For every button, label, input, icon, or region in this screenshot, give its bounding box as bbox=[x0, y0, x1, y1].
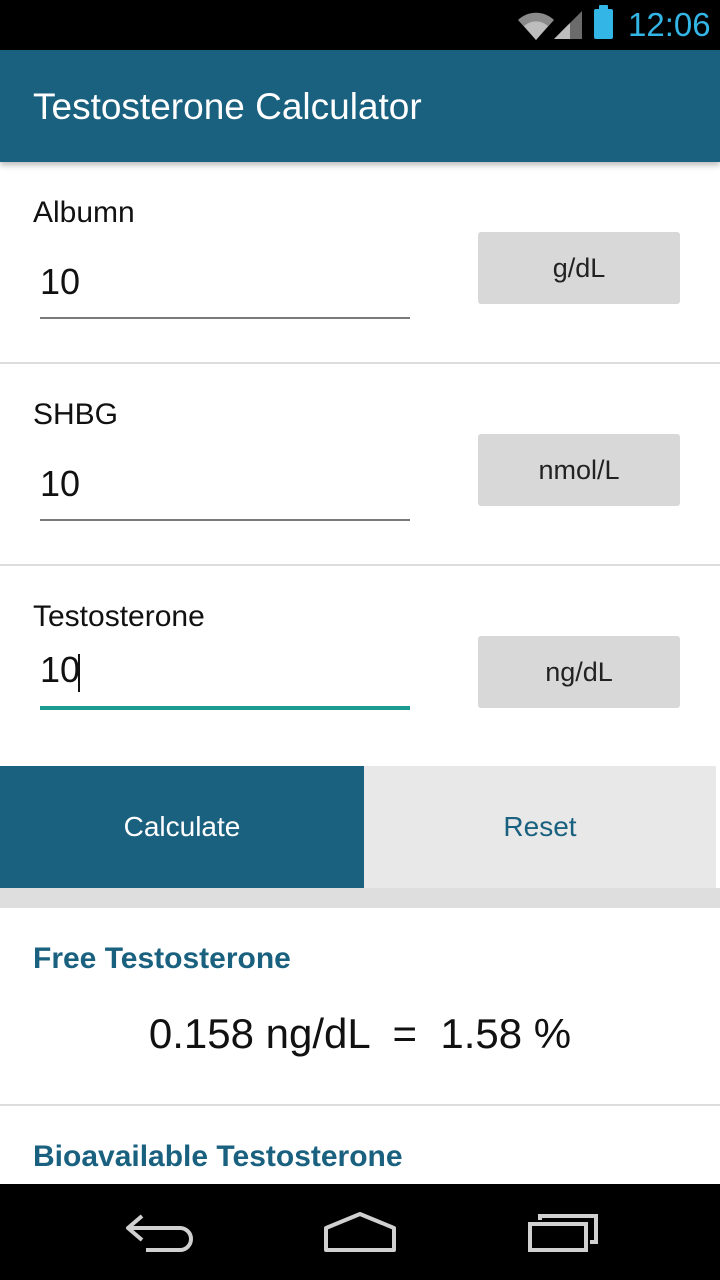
albumin-input[interactable] bbox=[40, 256, 410, 308]
app-title: Testosterone Calculator bbox=[33, 86, 422, 127]
albumin-input-underline bbox=[40, 317, 410, 319]
free-testosterone-heading: Free Testosterone bbox=[33, 942, 291, 975]
testosterone-label: Testosterone bbox=[33, 600, 205, 633]
signal-icon bbox=[554, 11, 582, 39]
wifi-icon bbox=[518, 12, 554, 41]
reset-button[interactable]: Reset bbox=[364, 766, 716, 888]
testosterone-input-underline bbox=[40, 706, 410, 710]
app-bar: Testosterone Calculator bbox=[0, 50, 720, 162]
separator-band bbox=[0, 888, 720, 908]
text-cursor bbox=[78, 654, 80, 692]
navigation-bar bbox=[0, 1184, 720, 1280]
status-time: 12:06 bbox=[628, 6, 711, 43]
shbg-label: SHBG bbox=[33, 398, 119, 431]
shbg-input-underline bbox=[40, 519, 410, 521]
calculate-button[interactable]: Calculate bbox=[0, 766, 364, 888]
testosterone-section: Testosterone ng/dL bbox=[0, 566, 720, 768]
back-icon[interactable] bbox=[120, 1202, 200, 1262]
albumin-label: Albumn bbox=[33, 196, 135, 229]
status-bar: 12:06 bbox=[0, 0, 720, 50]
bioavailable-testosterone-heading: Bioavailable Testosterone bbox=[33, 1140, 403, 1173]
free-testosterone-value: 0.158 ng/dL = 1.58 % bbox=[148, 1010, 572, 1057]
testosterone-unit-button[interactable]: ng/dL bbox=[478, 636, 680, 708]
shbg-unit-button[interactable]: nmol/L bbox=[478, 434, 680, 506]
divider bbox=[0, 1104, 720, 1106]
shbg-section: SHBG nmol/L bbox=[0, 364, 720, 566]
albumin-unit-button[interactable]: g/dL bbox=[478, 232, 680, 304]
shbg-input[interactable] bbox=[40, 458, 410, 510]
battery-icon bbox=[594, 5, 613, 39]
recents-icon[interactable] bbox=[522, 1202, 602, 1262]
testosterone-input[interactable] bbox=[40, 644, 410, 696]
home-icon[interactable] bbox=[320, 1202, 400, 1262]
albumin-section: Albumn g/dL bbox=[0, 162, 720, 364]
